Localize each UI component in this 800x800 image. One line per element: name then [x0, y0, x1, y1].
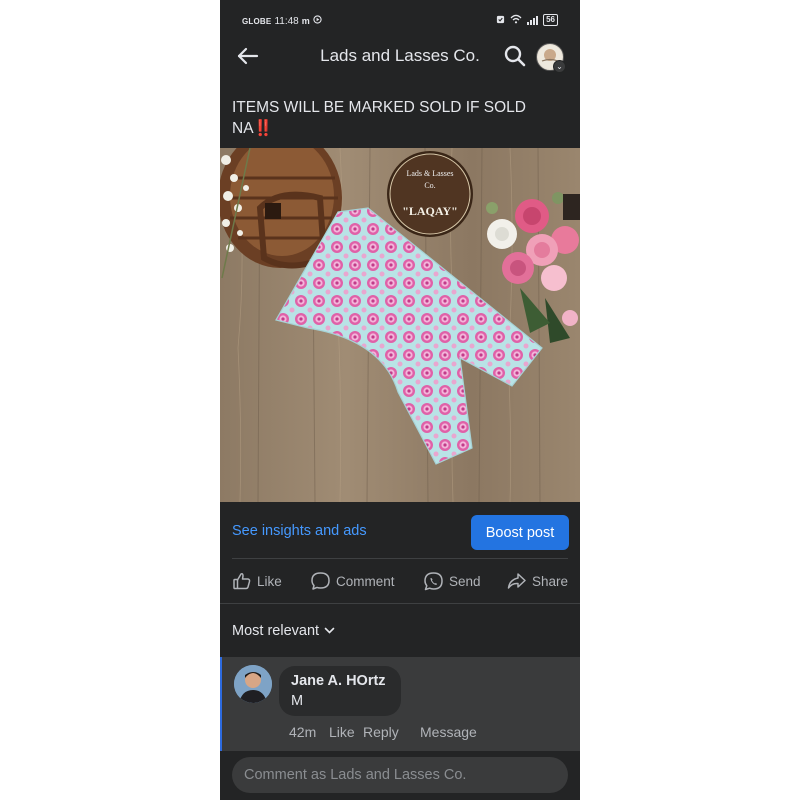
search-button[interactable]: [502, 42, 528, 70]
battery-level: 56: [543, 14, 558, 26]
share-arrow-icon: [507, 573, 526, 589]
comment-label: Comment: [336, 573, 395, 589]
comment-text: M: [291, 693, 304, 709]
sort-comments-button[interactable]: Most relevant: [232, 623, 335, 639]
like-button[interactable]: Like: [232, 566, 282, 596]
comment-reply-button[interactable]: Reply: [363, 724, 420, 740]
app-bar: Lads and Lasses Co. ⌄: [220, 38, 580, 74]
send-label: Send: [449, 573, 481, 589]
carrier-label: GLOBE: [242, 16, 272, 26]
profile-button[interactable]: ⌄: [536, 43, 566, 73]
sort-label: Most relevant: [232, 623, 320, 639]
like-label: Like: [257, 573, 282, 589]
signal-icon: [527, 15, 539, 25]
share-button[interactable]: Share: [506, 566, 568, 596]
comment-bubble[interactable]: Jane A. HOrtz M: [279, 666, 401, 716]
messenger-icon: m: [301, 16, 310, 26]
logo-line3: "LAQAY": [402, 204, 458, 218]
search-icon: [504, 45, 526, 67]
comment-button[interactable]: Comment: [310, 566, 395, 596]
status-bar: GLOBE 11:48 m 56: [220, 0, 580, 40]
post-image[interactable]: Lads & Lasses Co. "LAQAY": [220, 148, 580, 502]
chevron-down-icon: [324, 627, 335, 634]
see-insights-link[interactable]: See insights and ads: [232, 523, 367, 539]
comment-message-button[interactable]: Message: [420, 724, 477, 740]
divider: [220, 603, 580, 604]
divider: [232, 558, 568, 559]
comment-bubble-icon: [311, 572, 330, 590]
logo-line1: Lads & Lasses: [406, 169, 453, 178]
thumbs-up-icon: [233, 573, 251, 590]
share-label: Share: [532, 573, 569, 589]
status-left: GLOBE 11:48 m: [242, 15, 322, 27]
chevron-down-icon: ⌄: [553, 60, 566, 73]
comment-like-button[interactable]: Like: [329, 724, 363, 740]
send-button[interactable]: Send: [423, 566, 481, 596]
whatsapp-icon: [424, 572, 443, 591]
comment-meta: 42m Like Reply Message: [289, 724, 477, 740]
post-text-line2: NA: [232, 120, 254, 137]
post-text-line1: ITEMS WILL BE MARKED SOLD IF SOLD: [232, 99, 526, 116]
commenter-avatar[interactable]: [234, 665, 272, 703]
comment-timestamp: 42m: [289, 724, 317, 740]
boost-post-button[interactable]: Boost post: [471, 515, 569, 550]
clock: 11:48: [274, 15, 299, 27]
post-action-bar: Like Comment Send Share: [220, 566, 580, 596]
status-right: 56: [496, 14, 558, 26]
sync-icon: [313, 15, 322, 27]
logo-line2: Co.: [424, 181, 435, 190]
comment-item: Jane A. HOrtz M 42m Like Reply Message: [220, 657, 580, 751]
double-exclamation-icon: ‼️: [253, 120, 273, 137]
comment-input[interactable]: [232, 757, 568, 793]
post-text: ITEMS WILL BE MARKED SOLD IF SOLD NA‼️: [232, 97, 562, 139]
comment-author[interactable]: Jane A. HOrtz: [291, 673, 386, 689]
phone-screen: GLOBE 11:48 m 56 Lads and Lasses Co. ⌄ I…: [220, 0, 580, 800]
alarm-icon: [496, 15, 505, 26]
wifi-icon: [510, 14, 522, 26]
